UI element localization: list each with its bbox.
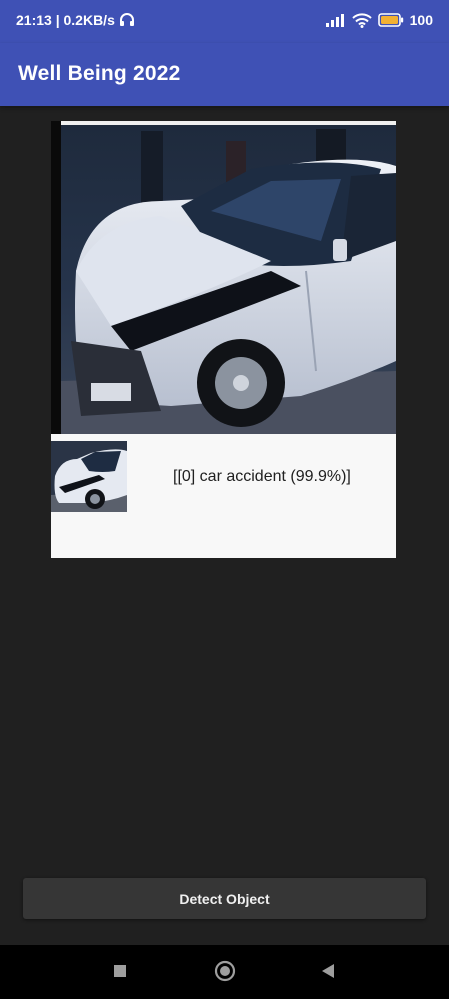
signal-icon [325, 13, 346, 27]
recent-apps-icon[interactable] [108, 959, 132, 983]
headset-icon [119, 13, 135, 27]
result-card: [[0] car accident (99.9%)] [51, 121, 396, 558]
status-left: 21:13 | 0.2KB/s [16, 12, 135, 28]
battery-level: 100 [409, 12, 433, 28]
home-icon[interactable] [213, 959, 237, 983]
status-right: 100 [325, 12, 433, 28]
screen: 21:13 | 0.2KB/s 100 Well Being 2022 [[0]… [0, 0, 449, 999]
app-bar: Well Being 2022 [0, 43, 449, 106]
status-bar: 21:13 | 0.2KB/s 100 [0, 0, 449, 43]
detect-object-button[interactable]: Detect Object [23, 878, 426, 919]
wifi-icon [351, 12, 372, 28]
detection-result-label: [[0] car accident (99.9%)] [173, 468, 351, 485]
navigation-bar [0, 945, 449, 999]
thumbnail-image [51, 441, 127, 512]
app-title: Well Being 2022 [18, 62, 181, 85]
detected-image [51, 121, 396, 434]
status-time-speed: 21:13 | 0.2KB/s [16, 12, 115, 28]
back-icon[interactable] [316, 959, 340, 983]
battery-icon [377, 13, 404, 27]
